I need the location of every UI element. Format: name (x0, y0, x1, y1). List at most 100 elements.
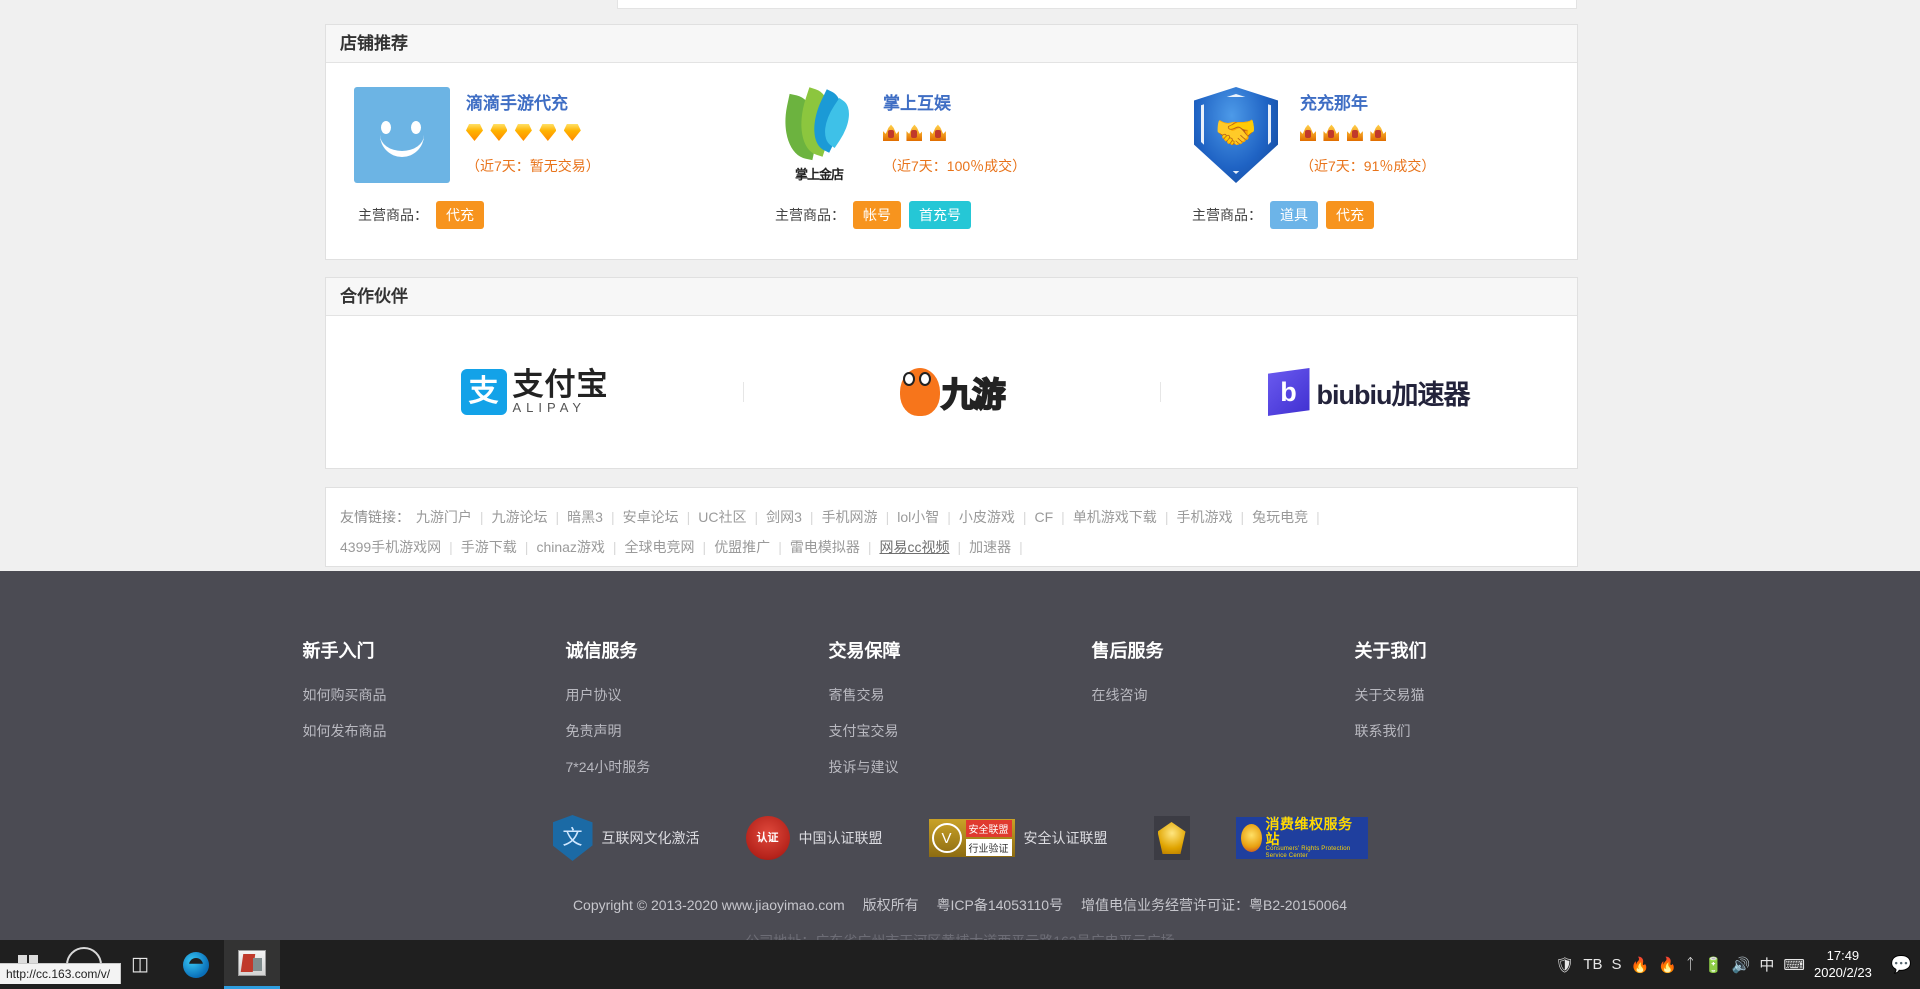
footer-column: 交易保障寄售交易支付宝交易投诉与建议 (829, 637, 1092, 793)
footer-column-title: 交易保障 (828, 641, 901, 662)
cert-police-emblem[interactable] (1153, 816, 1190, 860)
link-separator: | (778, 539, 782, 555)
consumer-rights-badge-icon: 消费维权服务站 Consumers' Rights Protection Ser… (1235, 817, 1368, 859)
friendly-link[interactable]: 加速器 (969, 539, 1011, 555)
friendly-link[interactable]: UC社区 (698, 509, 746, 525)
icp-number[interactable]: 粤ICP备14053110号 (937, 897, 1064, 913)
footer-link[interactable]: 在线咨询 (1092, 685, 1355, 705)
friendly-link[interactable]: 优盟推广 (714, 539, 770, 555)
product-tag[interactable]: 首充号 (909, 201, 971, 229)
link-separator: | (1240, 509, 1245, 525)
friendly-link[interactable]: 网易cc视频 (879, 539, 949, 555)
friendly-link[interactable]: 全球电竞网 (625, 539, 695, 555)
footer-link[interactable]: 用户协议 (566, 685, 829, 705)
product-tag[interactable]: 代充 (436, 201, 484, 229)
police-emblem-badge-icon (1153, 816, 1190, 860)
friendly-link[interactable]: 九游论坛 (492, 509, 548, 525)
footer-column: 诚信服务 用户协议 免责声明 7*24小时服务 (566, 637, 829, 793)
main-products-label: 主营商品： (358, 207, 428, 223)
link-separator: | (449, 539, 453, 555)
friendly-links-label: 友情链接： (340, 509, 410, 525)
alipay-name-en: ALIPAY (512, 400, 587, 415)
footer-link[interactable]: 免责声明 (566, 721, 829, 741)
volume-icon[interactable]: 🔊 (1732, 956, 1751, 974)
keyboard-icon[interactable]: ⌨ (1783, 956, 1805, 974)
smiley-logo-icon (354, 87, 450, 183)
friendly-link[interactable]: 雷电模拟器 (790, 539, 860, 555)
shop-section-title: 店铺推荐 (326, 25, 1577, 63)
app-icon (238, 950, 266, 976)
shop-name-link[interactable]: 充充那年 (1300, 89, 1435, 114)
footer-link[interactable]: 寄售交易 (829, 685, 1092, 705)
crown-icon (929, 124, 946, 141)
friendly-link[interactable]: 单机游戏下载 (1073, 509, 1157, 525)
crown-icon (906, 124, 923, 141)
footer-link[interactable]: 关于交易猫 (1355, 685, 1618, 705)
app-taskbar-button[interactable] (224, 940, 280, 989)
bluetooth-icon[interactable]: ᛏ (1686, 956, 1695, 973)
shop-logo[interactable] (354, 87, 450, 183)
flame-icon[interactable]: 🔥 (1631, 956, 1650, 974)
handshake-glyph: 🤝 (1214, 114, 1258, 152)
crown-icon (1300, 124, 1316, 141)
partner-cell[interactable]: 支 支付宝 ALIPAY (326, 369, 743, 415)
footer-link[interactable]: 联系我们 (1355, 721, 1618, 741)
friendly-link[interactable]: 九游门户 (416, 509, 472, 525)
clock-date: 2020/2/23 (1813, 964, 1872, 980)
copyright-line: Copyright © 2013-2020 www.jiaoyimao.com … (0, 895, 1920, 915)
skype-icon[interactable]: S (1612, 956, 1622, 973)
taskbar-clock[interactable]: 17:49 2020/2/23 (1814, 948, 1872, 981)
friendly-link[interactable]: lol小智 (897, 509, 939, 525)
friendly-link[interactable]: 手游下载 (461, 539, 517, 555)
biubiu-name: biubiu加速器 (1316, 379, 1471, 410)
shop-name-link[interactable]: 滴滴手游代充 (466, 89, 600, 114)
cert-china-union[interactable]: 认证 中国认证联盟 (745, 816, 883, 860)
shop-logo[interactable]: 掌上金店 (771, 87, 867, 183)
edge-taskbar-button[interactable] (168, 940, 224, 989)
logo-caption: 掌上金店 (794, 167, 844, 182)
partners-panel: 合作伙伴 支 支付宝 ALIPAY 九游 b biubiu加速器 (325, 277, 1578, 469)
partner-cell[interactable]: b biubiu加速器 (1160, 368, 1577, 416)
edge-icon (183, 951, 209, 978)
friendly-link[interactable]: 剑网3 (766, 509, 802, 525)
link-separator: | (555, 509, 560, 525)
friendly-link[interactable]: 安卓论坛 (623, 509, 679, 525)
link-separator: | (479, 509, 484, 525)
gem-icon (539, 124, 557, 141)
footer-link[interactable]: 如何发布商品 (303, 721, 566, 741)
shop-card: 滴滴手游代充 （近7天：暂无交易） 主营商品： 代充 (326, 87, 743, 260)
shop-logo[interactable]: 🤝 (1188, 87, 1284, 183)
friendly-link[interactable]: 兔玩电竞 (1252, 509, 1308, 525)
friendly-link[interactable]: 手机游戏 (1176, 509, 1232, 525)
friendly-link[interactable]: 4399手机游戏网 (340, 539, 441, 555)
cert-label: 安全认证联盟 (1023, 830, 1108, 846)
product-tag[interactable]: 道具 (1270, 201, 1318, 229)
shop-name-link[interactable]: 掌上互娱 (883, 89, 1026, 114)
partner-cell[interactable]: 九游 (743, 368, 1160, 416)
notification-center-icon[interactable]: 💬 (1891, 955, 1912, 975)
product-tag[interactable]: 代充 (1326, 201, 1374, 229)
friendly-link[interactable]: chinaz游戏 (536, 539, 604, 555)
tb-icon[interactable]: TB (1583, 956, 1602, 973)
footer-link[interactable]: 如何购买商品 (303, 685, 566, 705)
product-tag[interactable]: 帐号 (853, 201, 901, 229)
friendly-link[interactable]: 小皮游戏 (959, 509, 1015, 525)
cert-safe-union[interactable]: V 安全联盟 行业验证 安全认证联盟 (928, 819, 1108, 857)
footer-column-title: 售后服务 (1091, 641, 1164, 662)
cert-label: 互联网文化激活 (601, 830, 700, 846)
footer-link[interactable]: 支付宝交易 (829, 721, 1092, 741)
link-separator: | (809, 509, 814, 525)
footer-link[interactable]: 投诉与建议 (829, 757, 1092, 777)
cert-internet-culture[interactable]: 文 互联网文化激活 (552, 815, 700, 861)
friendly-link[interactable]: 暗黑3 (567, 509, 603, 525)
flame2-icon[interactable]: 🔥 (1658, 956, 1677, 974)
partner-logo-row: 支 支付宝 ALIPAY 九游 b biubiu加速器 (326, 316, 1577, 468)
shield-icon[interactable]: 🛡 (1555, 956, 1574, 974)
shop-tag-row: 主营商品： 帐号 首充号 (771, 201, 1160, 229)
ime-indicator[interactable]: 中 (1759, 954, 1774, 975)
friendly-link[interactable]: CF (1035, 509, 1054, 525)
footer-link[interactable]: 7*24小时服务 (566, 757, 829, 777)
battery-icon[interactable]: 🔋 (1704, 956, 1723, 974)
friendly-link[interactable]: 手机网游 (822, 509, 878, 525)
cert-consumer-rights[interactable]: 消费维权服务站 Consumers' Rights Protection Ser… (1235, 817, 1368, 859)
